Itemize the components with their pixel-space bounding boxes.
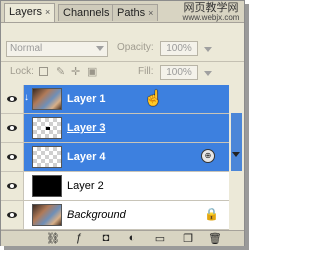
fill-field[interactable]: 100% (160, 65, 198, 80)
link-cell (24, 172, 32, 200)
eye-icon (7, 182, 17, 190)
visibility-toggle[interactable] (1, 172, 24, 200)
visibility-toggle[interactable] (1, 143, 24, 171)
link-icon[interactable]: ⛓ (46, 232, 60, 245)
layer-row-layer-4[interactable]: Layer 4 ⊕ (1, 143, 244, 172)
scrollbar-thumb[interactable] (231, 113, 242, 171)
trash-icon[interactable]: 🗑 (208, 232, 222, 245)
layer-name[interactable]: Layer 1 (67, 93, 106, 105)
layer-row-background[interactable]: Background 🔒 (1, 201, 244, 230)
panel-tab-bar: Layers × Channels Paths × 网页教学网 www.webjx.… (1, 1, 244, 23)
lock-transparent-pixels-icon[interactable] (39, 67, 48, 76)
fill-label: Fill: (138, 66, 154, 77)
fill-slider-arrow-icon[interactable] (204, 71, 212, 76)
close-icon[interactable]: × (148, 8, 153, 18)
new-layer-icon[interactable]: ❐ (181, 232, 195, 245)
layer-name[interactable]: Background (67, 209, 126, 221)
layer-name[interactable]: Layer 2 (67, 180, 104, 192)
chevron-down-icon (96, 46, 104, 51)
divider (1, 61, 244, 62)
layer-thumbnail (32, 117, 62, 139)
visibility-toggle[interactable] (1, 85, 24, 113)
close-icon[interactable]: × (45, 7, 50, 17)
link-cell (24, 201, 32, 229)
layers-bottom-toolbar: ⛓ ƒ ◘ ◐ ▭ ❐ 🗑 (1, 230, 244, 246)
tab-layers[interactable]: Layers × (4, 3, 56, 22)
layers-panel: Layers × Channels Paths × 网页教学网 www.webjx.… (0, 0, 245, 246)
tab-paths[interactable]: Paths × (112, 4, 159, 21)
blend-mode-dropdown[interactable]: Normal (6, 41, 108, 57)
smart-object-icon: ⊕ (201, 149, 215, 163)
group-icon[interactable]: ▭ (153, 232, 167, 245)
opacity-slider-arrow-icon[interactable] (204, 47, 212, 52)
lock-icon: 🔒 (204, 207, 219, 221)
layer-row-layer-1[interactable]: ↓ Layer 1 ☝ (1, 85, 244, 114)
visibility-toggle[interactable] (1, 201, 24, 229)
adjustment-icon[interactable]: ◐ (125, 232, 139, 244)
lock-all-icon[interactable]: ▣ (87, 65, 97, 78)
scrollbar[interactable] (229, 85, 244, 230)
tab-channels[interactable]: Channels (58, 4, 115, 21)
clipping-mask-arrow-icon: ↓ (24, 92, 29, 103)
watermark: 网页教学网 www.webjx.com (176, 1, 246, 22)
layer-thumbnail (32, 146, 62, 168)
lock-label: Lock: (10, 66, 34, 77)
layer-list: ↓ Layer 1 ☝ Layer 3 Layer 4 ⊕ Layer 2 Ba… (1, 85, 244, 230)
lock-image-pixels-icon[interactable]: ✎ (56, 65, 65, 78)
opacity-field[interactable]: 100% (160, 41, 198, 56)
eye-icon (7, 124, 17, 132)
fx-icon[interactable]: ƒ (72, 232, 86, 244)
opacity-label: Opacity: (117, 42, 154, 53)
watermark-url: www.webjx.com (182, 13, 240, 22)
link-cell (24, 143, 32, 171)
layer-row-layer-3[interactable]: Layer 3 (1, 114, 244, 143)
mask-icon[interactable]: ◘ (99, 232, 113, 244)
link-cell (24, 114, 32, 142)
hand-cursor-icon: ☝ (144, 90, 163, 107)
layer-thumbnail (32, 175, 62, 197)
layer-thumbnail (32, 88, 62, 110)
layer-name[interactable]: Layer 3 (67, 122, 106, 134)
eye-icon (7, 153, 17, 161)
layer-row-layer-2[interactable]: Layer 2 (1, 172, 244, 201)
layer-name[interactable]: Layer 4 (67, 151, 106, 163)
layer-thumbnail (32, 204, 62, 226)
lock-position-icon[interactable]: ✛ (71, 65, 80, 78)
eye-icon (7, 95, 17, 103)
eye-icon (7, 211, 17, 219)
visibility-toggle[interactable] (1, 114, 24, 142)
chevron-down-icon[interactable] (232, 152, 240, 157)
